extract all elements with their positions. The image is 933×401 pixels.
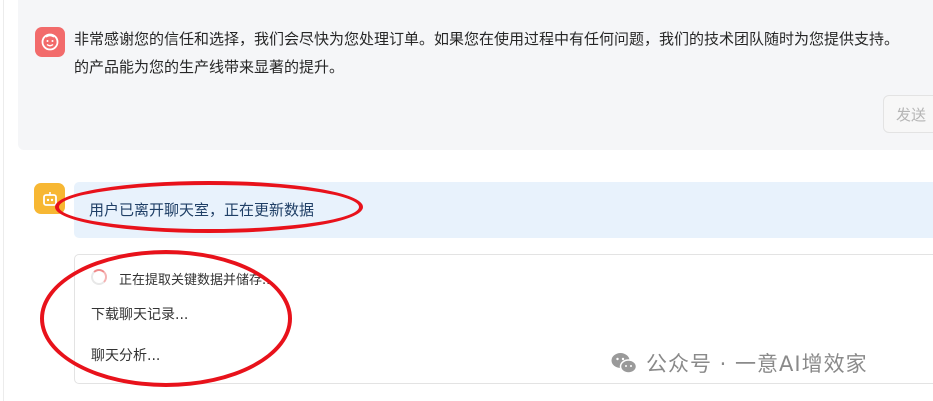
- wechat-icon: [611, 353, 638, 374]
- watermark: 公众号 · 一意AI增效家: [610, 348, 868, 378]
- user-avatar: [35, 27, 65, 57]
- left-divider: [3, 0, 4, 401]
- send-button[interactable]: 发送: [883, 95, 933, 133]
- user-message-text: 非常感谢您的信任和选择，我们会尽快为您处理订单。如果您在使用过程中有任何问题，我…: [74, 30, 900, 76]
- watermark-text: 公众号 · 一意AI增效家: [646, 352, 868, 376]
- annotation-ellipse-tasks: [40, 250, 292, 387]
- face-icon: [41, 33, 59, 51]
- annotation-ellipse-status: [55, 181, 363, 233]
